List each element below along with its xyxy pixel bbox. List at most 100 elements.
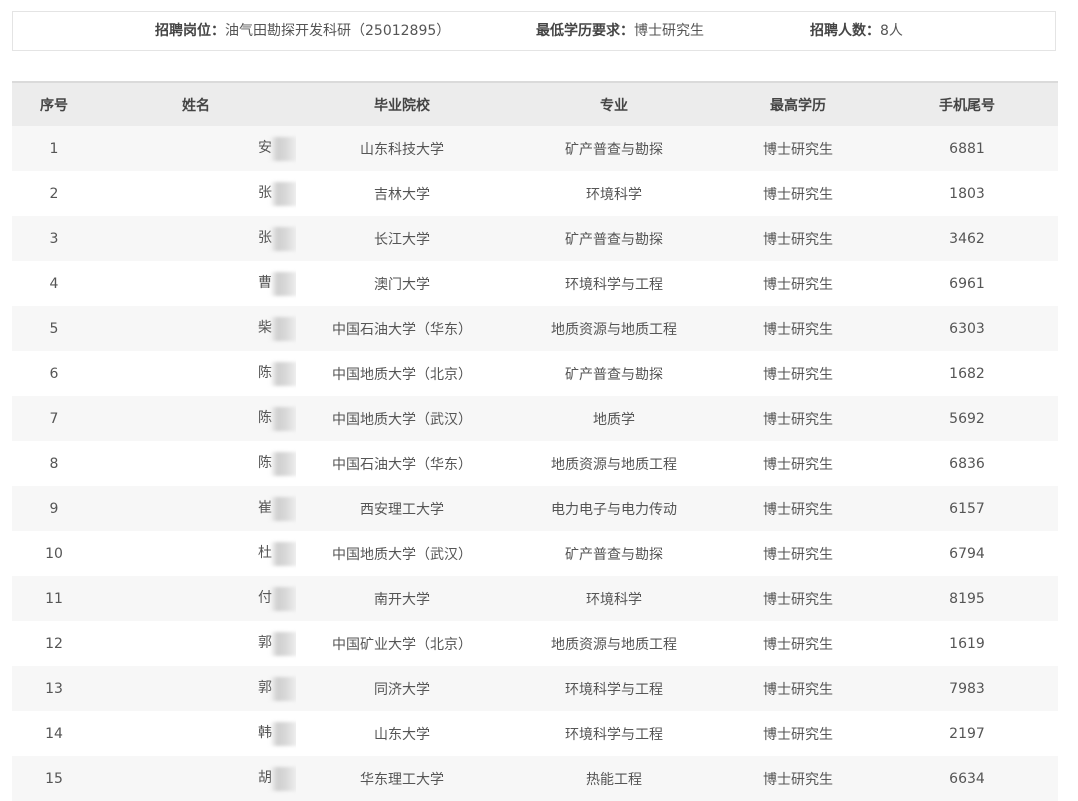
row-no: 7	[49, 410, 59, 427]
row-school: 吉林大学	[374, 186, 430, 203]
name-redaction-blur	[270, 497, 296, 521]
table-row: 9 崔 西安理工大学 电力电子与电力传动 博士研究生 6157	[12, 486, 1058, 531]
row-major: 环境科学与工程	[565, 726, 663, 743]
row-major: 矿产普查与勘探	[565, 141, 663, 158]
row-education: 博士研究生	[763, 726, 833, 743]
header-major: 专业	[600, 97, 628, 114]
table-row: 3 张 长江大学 矿产普查与勘探 博士研究生 3462	[12, 216, 1058, 261]
table-row: 11 付 南开大学 环境科学 博士研究生 8195	[12, 576, 1058, 621]
table-row: 12 郭 中国矿业大学（北京） 地质资源与地质工程 博士研究生 1619	[12, 621, 1058, 666]
row-education: 博士研究生	[763, 771, 833, 788]
name-redaction-blur	[270, 452, 296, 476]
row-phone: 6961	[949, 275, 985, 292]
position-info: 招聘岗位：油气田勘探开发科研（25012895）	[155, 12, 450, 50]
row-education: 博士研究生	[763, 636, 833, 653]
row-no: 1	[49, 140, 59, 157]
name-redaction-blur	[270, 407, 296, 431]
row-no: 12	[45, 635, 63, 652]
row-school: 同济大学	[374, 681, 430, 698]
table-row: 14 韩 山东大学 环境科学与工程 博士研究生 2197	[12, 711, 1058, 756]
row-school: 山东大学	[374, 726, 430, 743]
header-phone: 手机尾号	[939, 97, 995, 114]
row-education: 博士研究生	[763, 681, 833, 698]
row-name-cell: 安	[96, 126, 296, 171]
row-no: 3	[49, 230, 59, 247]
header-name: 姓名	[182, 97, 210, 114]
table-row: 1 安 山东科技大学 矿产普查与勘探 博士研究生 6881	[12, 126, 1058, 171]
candidate-table: 序号 姓名 毕业院校 专业 最高学历 手机尾号 1 安山东科技大学 矿产普查与勘探博…	[12, 81, 1058, 801]
row-major: 地质资源与地质工程	[551, 636, 677, 653]
table-header: 序号 姓名 毕业院校 专业 最高学历 手机尾号	[12, 81, 1058, 126]
row-major: 环境科学与工程	[565, 681, 663, 698]
row-phone: 3462	[949, 230, 985, 247]
table-row: 5 柴 中国石油大学（华东） 地质资源与地质工程 博士研究生 6303	[12, 306, 1058, 351]
header-no: 序号	[40, 97, 68, 114]
row-name-cell: 陈	[96, 441, 296, 486]
name-redaction-blur	[270, 137, 296, 161]
education-info: 最低学历要求：博士研究生	[536, 12, 704, 50]
row-name-cell: 韩	[96, 711, 296, 756]
headcount-info: 招聘人数：8人	[810, 12, 903, 50]
row-no: 9	[49, 500, 59, 517]
row-name-cell: 付	[96, 576, 296, 621]
table-row: 8 陈 中国石油大学（华东） 地质资源与地质工程 博士研究生 6836	[12, 441, 1058, 486]
row-major: 地质资源与地质工程	[551, 321, 677, 338]
row-no: 13	[45, 680, 63, 697]
headcount-value: 8人	[880, 23, 903, 39]
row-school: 山东科技大学	[360, 141, 444, 158]
row-major: 矿产普查与勘探	[565, 231, 663, 248]
row-education: 博士研究生	[763, 456, 833, 473]
row-phone: 6634	[949, 770, 985, 787]
row-major: 矿产普查与勘探	[565, 546, 663, 563]
row-phone: 7983	[949, 680, 985, 697]
row-no: 8	[49, 455, 59, 472]
table-body: 1 安山东科技大学 矿产普查与勘探 博士研究生 6881 2 张吉林大学 环境科学 博士研究生 1…	[12, 126, 1058, 801]
headcount-label: 招聘人数：	[810, 23, 880, 39]
row-major: 地质资源与地质工程	[551, 456, 677, 473]
row-phone: 8195	[949, 590, 985, 607]
row-education: 博士研究生	[763, 141, 833, 158]
table-row: 7 陈 中国地质大学（武汉） 地质学 博士研究生 5692	[12, 396, 1058, 441]
row-school: 南开大学	[374, 591, 430, 608]
row-school: 中国地质大学（武汉）	[332, 546, 472, 563]
name-redaction-blur	[270, 722, 296, 746]
row-education: 博士研究生	[763, 276, 833, 293]
name-redaction-blur	[270, 767, 296, 791]
row-no: 2	[49, 185, 59, 202]
row-phone: 6881	[949, 140, 985, 157]
table-row: 2 张 吉林大学 环境科学 博士研究生 1803	[12, 171, 1058, 216]
row-school: 中国地质大学（武汉）	[332, 411, 472, 428]
row-phone: 6157	[949, 500, 985, 517]
row-phone: 1682	[949, 365, 985, 382]
row-no: 5	[49, 320, 59, 337]
name-redaction-blur	[270, 317, 296, 341]
row-major: 矿产普查与勘探	[565, 366, 663, 383]
row-education: 博士研究生	[763, 186, 833, 203]
position-label: 招聘岗位：	[155, 23, 225, 39]
table-row: 10 杜 中国地质大学（武汉） 矿产普查与勘探 博士研究生 6794	[12, 531, 1058, 576]
row-major: 环境科学与工程	[565, 276, 663, 293]
name-redaction-blur	[270, 272, 296, 296]
row-name-cell: 郭	[96, 621, 296, 666]
row-school: 西安理工大学	[360, 501, 444, 518]
table-row: 15 胡 华东理工大学 热能工程 博士研究生 6634	[12, 756, 1058, 801]
row-name-cell: 曹	[96, 261, 296, 306]
row-phone: 1619	[949, 635, 985, 652]
row-major: 环境科学	[586, 186, 642, 203]
row-name-cell: 柴	[96, 306, 296, 351]
row-school: 长江大学	[374, 231, 430, 248]
row-school: 中国石油大学（华东）	[332, 456, 472, 473]
row-school: 中国矿业大学（北京）	[332, 636, 472, 653]
row-school: 中国石油大学（华东）	[332, 321, 472, 338]
name-redaction-blur	[270, 182, 296, 206]
row-name-cell: 陈	[96, 396, 296, 441]
row-name-cell: 陈	[96, 351, 296, 396]
row-no: 4	[49, 275, 59, 292]
name-redaction-blur	[270, 587, 296, 611]
row-school: 中国地质大学（北京）	[332, 366, 472, 383]
name-redaction-blur	[270, 227, 296, 251]
row-name-cell: 崔	[96, 486, 296, 531]
row-no: 6	[49, 365, 59, 382]
row-phone: 6794	[949, 545, 985, 562]
row-education: 博士研究生	[763, 366, 833, 383]
